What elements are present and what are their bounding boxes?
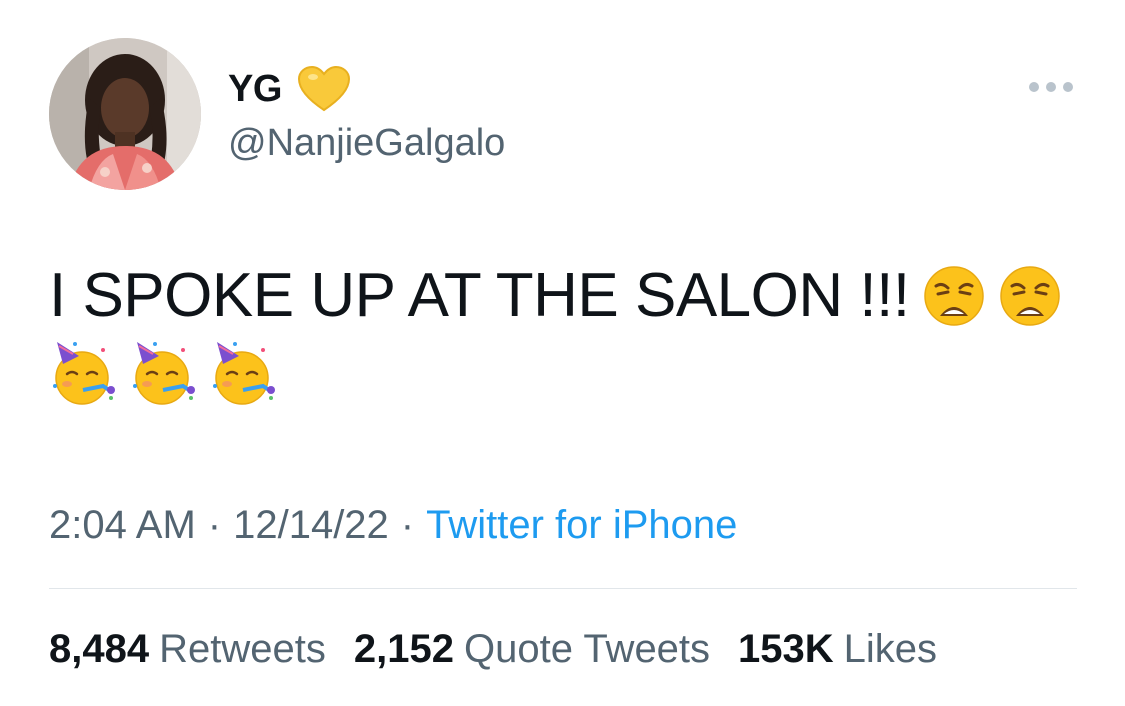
yellow-heart-icon bbox=[297, 65, 350, 112]
avatar-image bbox=[49, 38, 201, 190]
name-row: YG bbox=[228, 64, 352, 114]
likes-label: Likes bbox=[843, 627, 938, 671]
tweet-card: YG @NanjieGalgalo I SPOKE UP AT THE SALO… bbox=[0, 0, 1125, 706]
partying-face-icon bbox=[129, 338, 199, 408]
weary-face-icon bbox=[998, 264, 1062, 328]
partying-face-icon bbox=[209, 338, 279, 408]
tweet-time[interactable]: 2:04 AM bbox=[49, 503, 196, 547]
tweet-date[interactable]: 12/14/22 bbox=[233, 503, 389, 547]
retweets-stat[interactable]: 8,484 Retweets bbox=[49, 624, 326, 674]
handle[interactable]: @NanjieGalgalo bbox=[228, 120, 505, 166]
partying-face-icon bbox=[49, 338, 119, 408]
quote-tweets-stat[interactable]: 2,152 Quote Tweets bbox=[354, 624, 710, 674]
dot-icon bbox=[1063, 82, 1073, 92]
dot-icon bbox=[1029, 82, 1039, 92]
tweet-meta: 2:04 AM · 12/14/22 · Twitter for iPhone bbox=[49, 500, 737, 550]
quote-tweets-count: 2,152 bbox=[353, 627, 454, 671]
likes-stat[interactable]: 153K Likes bbox=[738, 624, 937, 674]
dot-icon bbox=[1046, 82, 1056, 92]
tweet-stats: 8,484 Retweets 2,152 Quote Tweets 153K Like… bbox=[49, 624, 937, 674]
retweets-count: 8,484 bbox=[49, 627, 150, 671]
retweets-label: Retweets bbox=[159, 627, 326, 671]
divider bbox=[49, 588, 1077, 589]
tweet-text-line-2 bbox=[49, 338, 1079, 408]
weary-face-icon bbox=[922, 264, 986, 328]
quote-tweets-label: Quote Tweets bbox=[463, 627, 711, 671]
meta-separator: · bbox=[400, 503, 415, 547]
display-name[interactable]: YG bbox=[228, 66, 282, 112]
tweet-text-content: I SPOKE UP AT THE SALON !!! bbox=[49, 261, 910, 330]
avatar[interactable] bbox=[49, 38, 201, 190]
tweet-text: I SPOKE UP AT THE SALON !!! bbox=[49, 256, 1079, 408]
more-options-icon[interactable] bbox=[1029, 76, 1073, 98]
tweet-text-line-1: I SPOKE UP AT THE SALON !!! bbox=[49, 256, 1079, 336]
meta-separator: · bbox=[207, 503, 222, 547]
likes-count: 153K bbox=[738, 627, 834, 671]
tweet-source-link[interactable]: Twitter for iPhone bbox=[426, 503, 737, 547]
